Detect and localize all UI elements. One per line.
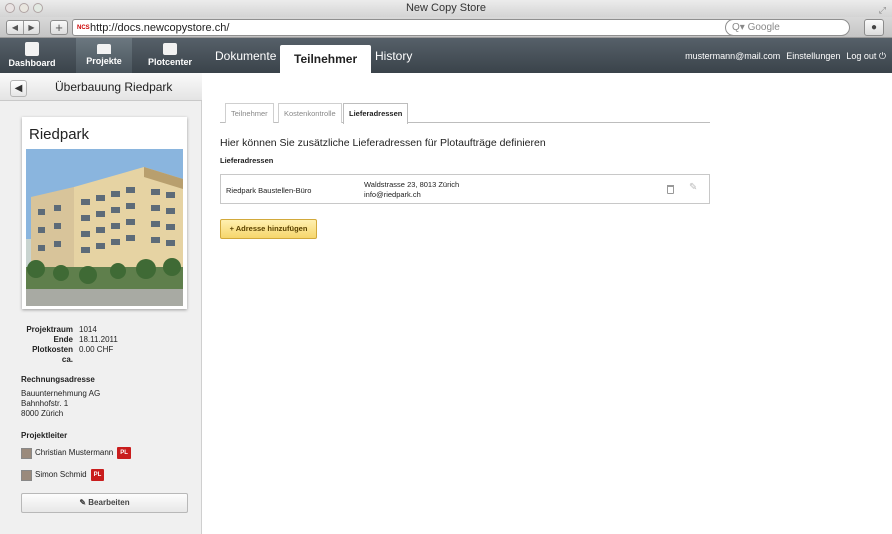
leaders-heading: Projektleiter [21, 431, 68, 440]
search-field[interactable]: Q▾ Google [725, 19, 850, 36]
window-title: New Copy Store [405, 2, 487, 14]
billing-line: Bahnhofstr. 1 [21, 399, 69, 408]
back-button[interactable]: ◀ [7, 21, 23, 34]
trash-icon[interactable] [667, 185, 674, 194]
app-navbar: Dashboard Projekte Plotcenter Dokumente … [0, 38, 892, 73]
close-window-button[interactable] [5, 3, 15, 13]
traffic-lights [5, 3, 43, 13]
main-content: Teilnehmer Kostenkontrolle Lieferadresse… [202, 73, 892, 534]
history-buttons: ◀ ▶ [6, 20, 40, 35]
window-titlebar: New Copy Store ⤢ [0, 0, 892, 17]
clipboard-icon [25, 42, 39, 56]
browser-toolbar: ◀ ▶ + NCS http://docs.newcopystore.ch/ ↄ… [0, 17, 892, 38]
new-tab-button[interactable]: + [50, 20, 68, 35]
project-info: Projektraum 1014 Ende 18.11.2011 Plotkoste… [21, 325, 131, 481]
settings-link[interactable]: Einstellungen [786, 51, 840, 62]
browser-window: New Copy Store ⤢ ◀ ▶ + NCS http://docs.n… [0, 0, 892, 534]
page-menu-button[interactable]: ● [864, 19, 884, 36]
address-bar[interactable]: NCS http://docs.newcopystore.ch/ ↄ [72, 19, 737, 36]
section-heading: Hier können Sie zusätzliche Lieferadress… [220, 137, 546, 149]
leader-item[interactable]: Christian Mustermann PL [21, 447, 131, 459]
tab-teilnehmer[interactable]: Teilnehmer [280, 45, 372, 73]
address-street: Waldstrasse 23, 8013 Zürich [364, 180, 460, 189]
info-row: Plotkosten ca. 0.00 CHF [21, 345, 131, 365]
pencil-icon: ✎ [79, 498, 87, 507]
leader-item[interactable]: Simon Schmid PL [21, 469, 131, 481]
addresses-label: Lieferadressen [220, 156, 274, 165]
info-value: 0.00 CHF [79, 345, 114, 354]
role-badge: PL [90, 469, 105, 481]
project-card-title: Riedpark [29, 126, 90, 143]
nav-projekte-label: Projekte [86, 56, 122, 66]
subtab-lieferadressen[interactable]: Lieferadressen [343, 103, 409, 124]
subtab-kostenkontrolle[interactable]: Kostenkontrolle [278, 103, 342, 123]
address-name: Riedpark Baustellen-Büro [226, 186, 312, 195]
nav-dashboard-label: Dashboard [8, 58, 56, 68]
nav-plotcenter-label: Plotcenter [147, 57, 192, 67]
avatar [21, 469, 32, 481]
add-address-button[interactable]: + Adresse hinzufügen [220, 219, 317, 239]
zoom-window-button[interactable] [33, 3, 43, 13]
logout-link[interactable]: Log out ⏻ [846, 51, 886, 62]
info-key: Plotkosten ca. [32, 345, 73, 364]
back-arrow-icon[interactable]: ◀ [10, 80, 27, 97]
edit-pencil-icon[interactable]: ✎ [689, 182, 697, 193]
laptop-icon [97, 44, 111, 54]
nav-plotcenter[interactable]: Plotcenter [142, 38, 198, 73]
project-sidebar: ◀ Überbauung Riedpark Riedpark Projektra… [0, 73, 202, 534]
info-value: 18.11.2011 [79, 335, 118, 344]
edit-button-label: Bearbeiten [88, 498, 130, 507]
billing-line: 8000 Zürich [21, 409, 64, 418]
printer-icon [163, 43, 177, 55]
avatar [21, 447, 32, 459]
leader-name: Simon Schmid [35, 470, 87, 479]
billing-line: Bauunternehmung AG [21, 389, 101, 398]
url-text[interactable]: http://docs.newcopystore.ch/ [90, 21, 229, 35]
subtab-teilnehmer[interactable]: Teilnehmer [225, 103, 274, 123]
favicon-icon: NCS [77, 25, 90, 31]
info-row: Projektraum 1014 [21, 325, 131, 335]
sidebar-header: ◀ Überbauung Riedpark [0, 73, 202, 101]
project-photo [26, 149, 183, 306]
leader-name: Christian Mustermann [35, 448, 114, 457]
forward-button[interactable]: ▶ [23, 21, 39, 34]
tab-history[interactable]: History [375, 47, 412, 65]
tab-dokumente[interactable]: Dokumente [215, 47, 276, 65]
info-row: Ende 18.11.2011 [21, 335, 131, 345]
billing-address: Bauunternehmung AG Bahnhofstr. 1 8000 Zü… [21, 389, 131, 419]
info-key: Projektraum [26, 325, 73, 334]
role-badge: PL [117, 447, 131, 459]
project-title: Überbauung Riedpark [55, 80, 173, 94]
billing-heading: Rechnungsadresse [21, 375, 95, 384]
user-links: mustermann@mail.com Einstellungen Log ou… [685, 51, 886, 62]
edit-project-button[interactable]: ✎ Bearbeiten [21, 493, 188, 513]
user-email-link[interactable]: mustermann@mail.com [685, 51, 780, 62]
info-key: Ende [53, 335, 73, 344]
minimize-window-button[interactable] [19, 3, 29, 13]
subtab-bar: Teilnehmer Kostenkontrolle Lieferadresse… [220, 102, 710, 124]
project-card: Riedpark [22, 117, 187, 309]
nav-projekte[interactable]: Projekte [76, 38, 132, 73]
nav-dashboard[interactable]: Dashboard [4, 38, 60, 73]
address-row: Riedpark Baustellen-Büro Waldstrasse 23,… [220, 174, 710, 204]
address-email: info@riedpark.ch [364, 190, 421, 199]
building-image [26, 149, 183, 306]
info-value: 1014 [79, 325, 97, 334]
